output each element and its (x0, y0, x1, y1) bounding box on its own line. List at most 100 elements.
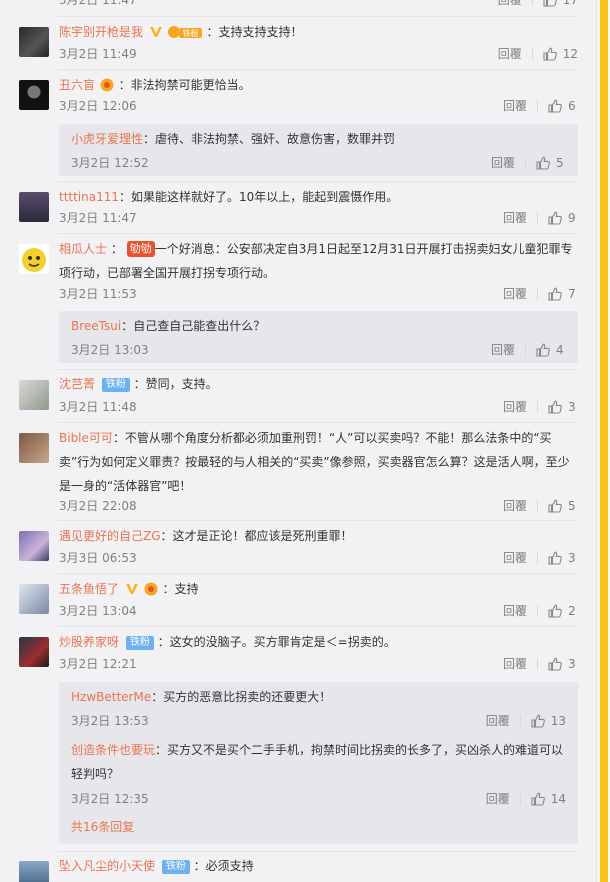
username-link[interactable]: BreeTsui (71, 319, 121, 333)
reply-actions: 回覆 5 (491, 154, 566, 172)
like-count: 17 (562, 0, 578, 7)
comment-time: 3月2日 12:21 (59, 657, 137, 671)
reply-box: HzwBetterMe：买方的恶意比拐卖的还要更大！ 3月2日 13:53 回覆… (59, 682, 578, 844)
comment-body: 坠入凡尘的小天使 铁粉 ：必须支持 (59, 854, 578, 878)
reply-item: 创造条件也要玩：买方又不是买个二手手机，拘禁时间比拐卖的长多了，买凶杀人的难道可… (71, 738, 566, 808)
comment-text: ：非法拘禁可能更恰当。 (118, 78, 251, 92)
more-replies-link[interactable]: 共16条回复 (71, 820, 134, 834)
username-link[interactable]: 相瓜人士 (59, 242, 107, 256)
fan-badge: 铁粉 (161, 860, 190, 874)
reply-link[interactable]: 回覆 (503, 285, 527, 303)
thumbs-up-icon[interactable] (536, 343, 550, 357)
comment-text: ：必须支持 (193, 859, 254, 873)
username-link[interactable]: 创造条件也要玩 (71, 743, 155, 757)
verified-v-icon (149, 27, 162, 37)
thumbs-up-icon[interactable] (548, 657, 562, 671)
avatar[interactable] (19, 584, 49, 614)
username-link[interactable]: 陈宇别开枪是我 (59, 25, 143, 39)
reply-link[interactable]: 回覆 (486, 790, 510, 808)
avatar[interactable] (19, 531, 49, 561)
thumbs-up-icon[interactable] (531, 792, 545, 806)
thumbs-up-icon[interactable] (548, 604, 562, 618)
reply-link[interactable]: 回覆 (498, 0, 522, 9)
reply-link[interactable]: 回覆 (503, 497, 527, 515)
username-link[interactable]: 小虎牙爱理性 (71, 132, 143, 146)
comment-item: 五条鱼悟了 ：支持 3月2日 13:04 回覆 2 (0, 575, 596, 625)
comment-text: ：不管从哪个角度分析都必须加重刑罚！“人”可以买卖吗？不能！那么法条中的“买卖”… (59, 431, 570, 493)
comment-text: ：赞同，支持。 (133, 377, 218, 391)
username-link[interactable]: Bible可可 (59, 431, 113, 445)
thumbs-up-icon[interactable] (548, 99, 562, 113)
scrollbar-track[interactable] (600, 0, 608, 882)
username-link[interactable]: 炒股养家呀 (59, 635, 119, 649)
comment-actions: 回覆 3 (503, 655, 578, 673)
comment-actions: 回覆 5 (503, 497, 578, 515)
thumbs-up-icon[interactable] (548, 499, 562, 513)
comment-text: ：如果能这样就好了。10年以上，能起到震慑作用。 (119, 190, 399, 204)
comment-time: 3月2日 11:47 (59, 0, 137, 7)
username-link[interactable]: HzwBetterMe (71, 690, 151, 704)
comment-actions: 回覆 9 (503, 209, 578, 227)
reply-link[interactable]: 回覆 (503, 655, 527, 673)
like-count: 14 (550, 792, 566, 806)
comment-item: 坠入凡尘的小天使 铁粉 ：必须支持 (0, 853, 596, 882)
reply-actions: 回覆 14 (486, 790, 566, 808)
thumbs-up-icon[interactable] (548, 287, 562, 301)
reply-link[interactable]: 回覆 (503, 602, 527, 620)
avatar[interactable] (19, 192, 49, 222)
comment-item: 遇见更好的自己ZG：这才是正论！都应该是死刑重罪！ 3月3日 06:53 回覆 … (0, 522, 596, 572)
reply-item: BreeTsui：自己查自己能查出什么？ 3月2日 13:03 回覆 4 (71, 315, 566, 359)
avatar[interactable] (19, 380, 49, 410)
verified-v-icon (125, 584, 138, 594)
username-link[interactable]: 遇见更好的自己ZG (59, 529, 161, 543)
thumbs-up-icon[interactable] (548, 400, 562, 414)
avatar[interactable] (19, 80, 49, 110)
comment-item: 丑六盲 ：非法拘禁可能更恰当。 3月2日 12:06 回覆 6 小虎牙爱理性：虐… (0, 71, 596, 181)
thumbs-up-icon[interactable] (536, 156, 550, 170)
scrollbar[interactable] (596, 0, 610, 882)
username-link[interactable]: 五条鱼悟了 (59, 582, 119, 596)
reply-link[interactable]: 回覆 (498, 45, 522, 63)
reply-link[interactable]: 回覆 (503, 549, 527, 567)
thumbs-up-icon[interactable] (543, 47, 557, 61)
fan-level-icon: 铁粉 (167, 26, 202, 38)
comment-text: ：这才是正论！都应该是死刑重罪！ (160, 529, 353, 543)
like-count: 7 (568, 287, 576, 301)
comment-time: 3月2日 13:04 (59, 604, 137, 618)
avatar[interactable] (19, 27, 49, 57)
username-link[interactable]: 丑六盲 (59, 78, 95, 92)
username-link[interactable]: ttttina111 (59, 190, 119, 204)
thumbs-up-icon[interactable] (543, 0, 557, 7)
comment-item: 沈芑菁 铁粉 ：赞同，支持。 3月2日 11:48 回覆 3 (0, 371, 596, 421)
thumbs-up-icon[interactable] (548, 551, 562, 565)
reply-text: ：买方的恶意比拐卖的还要更大！ (151, 690, 332, 704)
reply-link[interactable]: 回覆 (491, 341, 515, 359)
reply-link[interactable]: 回覆 (503, 97, 527, 115)
comment-item: 相瓜人士 ： 劬劬 一个好消息：公安部决定自3月1日起至12月31日开展打击拐卖妇… (0, 235, 596, 369)
thumbs-up-icon[interactable] (531, 714, 545, 728)
reply-text: ：自己查自己能查出什么？ (121, 319, 266, 333)
username-link[interactable]: 坠入凡尘的小天使 (59, 859, 155, 873)
reply-link[interactable]: 回覆 (491, 154, 515, 172)
avatar[interactable] (19, 861, 49, 882)
reply-item: HzwBetterMe：买方的恶意比拐卖的还要更大！ 3月2日 13:53 回覆… (71, 686, 566, 730)
reply-link[interactable]: 回覆 (503, 209, 527, 227)
like-count: 4 (556, 343, 564, 357)
comment-actions: 回覆 3 (503, 549, 578, 567)
avatar[interactable] (19, 244, 49, 274)
reply-actions: 回覆 4 (491, 341, 566, 359)
comment-time: 3月2日 11:47 (59, 211, 137, 225)
comment-body: 沈芑菁 铁粉 ：赞同，支持。 (59, 372, 578, 396)
username-link[interactable]: 沈芑菁 (59, 377, 95, 391)
comment-time: 3月2日 22:08 (59, 499, 137, 513)
reply-item: 小虎牙爱理性：虐待、非法拘禁、强奸、故意伤害，数罪并罚 3月2日 12:52 回… (71, 128, 566, 172)
fan-badge-text: 铁粉 (182, 28, 198, 38)
reply-link[interactable]: 回覆 (503, 398, 527, 416)
avatar[interactable] (19, 433, 49, 463)
avatar[interactable] (19, 637, 49, 667)
comment-text: ：支持 (162, 582, 199, 596)
reply-actions: 回覆 13 (486, 712, 566, 730)
reply-link[interactable]: 回覆 (486, 712, 510, 730)
comment-time: 3月3日 06:53 (59, 551, 137, 565)
thumbs-up-icon[interactable] (548, 211, 562, 225)
